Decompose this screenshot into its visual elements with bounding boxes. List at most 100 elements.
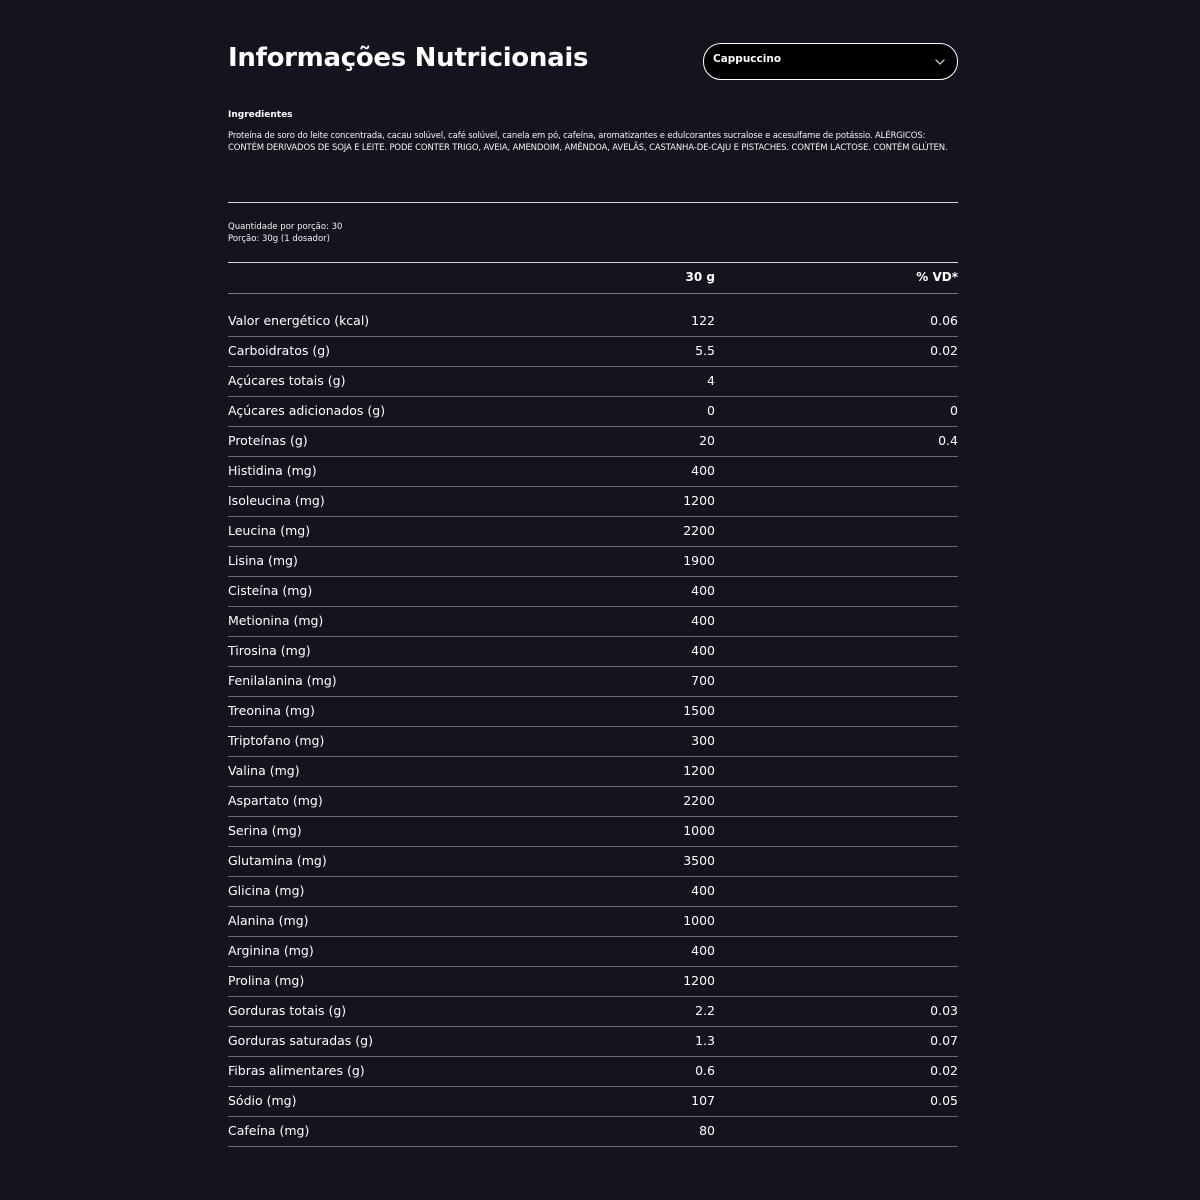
nutrient-name: Fenilalanina (mg) — [228, 673, 337, 688]
ingredients-text: Proteína de soro do leite concentrada, c… — [228, 131, 948, 153]
nutrient-name: Alanina (mg) — [228, 913, 309, 928]
table-row: Arginina (mg) 400 — [228, 937, 958, 967]
nutrient-amount: 400 — [691, 943, 715, 958]
nutrient-amount: 1200 — [683, 493, 715, 508]
nutrient-amount: 0.6 — [695, 1063, 715, 1078]
nutrient-name: Lisina (mg) — [228, 553, 298, 568]
nutrient-amount: 1000 — [683, 823, 715, 838]
nutrient-daily-value: 0.4 — [938, 433, 958, 448]
table-row: Cisteína (mg) 400 — [228, 577, 958, 607]
flavor-select[interactable]: Cappuccino — [703, 43, 958, 80]
table-row: Açúcares adicionados (g) 0 0 — [228, 397, 958, 427]
table-row: Triptofano (mg) 300 — [228, 727, 958, 757]
table-row: Metionina (mg) 400 — [228, 607, 958, 637]
nutrient-name: Triptofano (mg) — [228, 733, 325, 748]
nutrient-name: Gorduras saturadas (g) — [228, 1033, 373, 1048]
nutrient-daily-value: 0.07 — [930, 1033, 958, 1048]
nutrient-daily-value: 0.03 — [930, 1003, 958, 1018]
nutrient-name: Prolina (mg) — [228, 973, 305, 988]
table-row: Gorduras totais (g) 2.2 0.03 — [228, 997, 958, 1027]
nutrient-name: Treonina (mg) — [228, 703, 315, 718]
nutrient-name: Cisteína (mg) — [228, 583, 313, 598]
table-row: Cafeína (mg) 80 — [228, 1117, 958, 1147]
table-row: Sódio (mg) 107 0.05 — [228, 1087, 958, 1117]
table-top-divider — [228, 262, 958, 263]
nutrient-amount: 3500 — [683, 853, 715, 868]
nutrient-amount: 0 — [707, 403, 715, 418]
nutrient-name: Histidina (mg) — [228, 463, 317, 478]
table-row: Glicina (mg) 400 — [228, 877, 958, 907]
nutrient-amount: 107 — [691, 1093, 715, 1108]
nutrient-amount: 4 — [707, 373, 715, 388]
serving-info: Quantidade por porção: 30 Porção: 30g (1… — [228, 221, 342, 245]
table-row: Carboidratos (g) 5.5 0.02 — [228, 337, 958, 367]
nutrient-name: Glicina (mg) — [228, 883, 305, 898]
nutrient-amount: 122 — [691, 313, 715, 328]
table-row: Fenilalanina (mg) 700 — [228, 667, 958, 697]
table-row: Histidina (mg) 400 — [228, 457, 958, 487]
nutrient-amount: 700 — [691, 673, 715, 688]
nutrient-name: Isoleucina (mg) — [228, 493, 325, 508]
nutrient-daily-value: 0.02 — [930, 1063, 958, 1078]
table-row: Serina (mg) 1000 — [228, 817, 958, 847]
nutrient-amount: 80 — [699, 1123, 715, 1138]
nutrient-amount: 1200 — [683, 973, 715, 988]
nutrient-name: Açúcares adicionados (g) — [228, 403, 386, 418]
nutrient-amount: 400 — [691, 463, 715, 478]
table-row: Valor energético (kcal) 122 0.06 — [228, 307, 958, 337]
nutrient-name: Gorduras totais (g) — [228, 1003, 347, 1018]
ingredients-title: Ingredientes — [228, 110, 293, 120]
nutrient-name: Sódio (mg) — [228, 1093, 297, 1108]
nutrient-amount: 1200 — [683, 763, 715, 778]
page-title: Informações Nutricionais — [228, 43, 589, 73]
nutrient-name: Valor energético (kcal) — [228, 313, 370, 328]
nutrient-name: Metionina (mg) — [228, 613, 324, 628]
nutrient-amount: 5.5 — [695, 343, 715, 358]
nutrient-amount: 400 — [691, 583, 715, 598]
nutrient-amount: 300 — [691, 733, 715, 748]
table-row: Prolina (mg) 1200 — [228, 967, 958, 997]
nutrient-amount: 2200 — [683, 793, 715, 808]
nutrient-amount: 20 — [699, 433, 715, 448]
table-row: Aspartato (mg) 2200 — [228, 787, 958, 817]
nutrient-amount: 2.2 — [695, 1003, 715, 1018]
serving-quantity: Quantidade por porção: 30 — [228, 222, 343, 232]
nutrient-amount: 400 — [691, 643, 715, 658]
column-header-vd: % VD* — [916, 270, 958, 284]
table-row: Gorduras saturadas (g) 1.3 0.07 — [228, 1027, 958, 1057]
nutrient-name: Glutamina (mg) — [228, 853, 327, 868]
table-row: Lisina (mg) 1900 — [228, 547, 958, 577]
nutrient-amount: 1900 — [683, 553, 715, 568]
nutrition-table-header: 30 g % VD* — [228, 264, 958, 294]
nutrition-table-body: Valor energético (kcal) 122 0.06 Carboidrat… — [228, 307, 958, 1147]
nutrient-amount: 400 — [691, 613, 715, 628]
table-row: Proteínas (g) 20 0.4 — [228, 427, 958, 457]
table-row: Treonina (mg) 1500 — [228, 697, 958, 727]
nutrient-amount: 2200 — [683, 523, 715, 538]
nutrient-amount: 400 — [691, 883, 715, 898]
nutrient-daily-value: 0.02 — [930, 343, 958, 358]
table-row: Valina (mg) 1200 — [228, 757, 958, 787]
serving-portion: Porção: 30g (1 dosador) — [228, 234, 330, 244]
table-row: Fibras alimentares (g) 0.6 0.02 — [228, 1057, 958, 1087]
nutrient-amount: 1500 — [683, 703, 715, 718]
nutrient-name: Fibras alimentares (g) — [228, 1063, 365, 1078]
table-row: Glutamina (mg) 3500 — [228, 847, 958, 877]
nutrient-name: Carboidratos (g) — [228, 343, 331, 358]
ingredients-section: Ingredientes Proteína de soro do leite c… — [228, 108, 958, 154]
table-row: Isoleucina (mg) 1200 — [228, 487, 958, 517]
nutrient-name: Aspartato (mg) — [228, 793, 323, 808]
nutrient-name: Leucina (mg) — [228, 523, 311, 538]
nutrient-name: Proteínas (g) — [228, 433, 308, 448]
nutrient-amount: 1.3 — [695, 1033, 715, 1048]
section-divider — [228, 202, 958, 203]
nutrient-name: Serina (mg) — [228, 823, 302, 838]
nutrient-name: Arginina (mg) — [228, 943, 314, 958]
nutrient-daily-value: 0.05 — [930, 1093, 958, 1108]
table-row: Açúcares totais (g) 4 — [228, 367, 958, 397]
nutrient-daily-value: 0 — [950, 403, 958, 418]
column-header-amount: 30 g — [685, 270, 715, 284]
table-row: Alanina (mg) 1000 — [228, 907, 958, 937]
nutrient-name: Cafeína (mg) — [228, 1123, 310, 1138]
nutrient-name: Valina (mg) — [228, 763, 300, 778]
